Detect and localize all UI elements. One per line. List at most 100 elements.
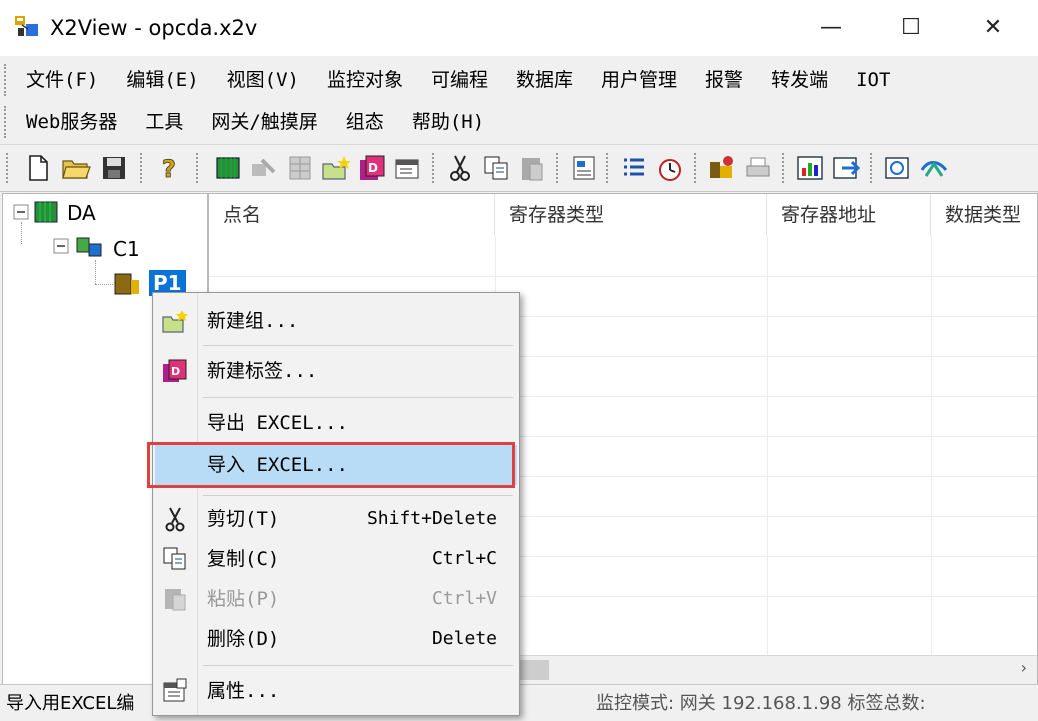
menu-forwarder[interactable]: 转发端 (757, 62, 842, 98)
shortcut-label: Ctrl+V (431, 588, 497, 609)
timer-icon[interactable] (654, 152, 686, 184)
collapse-icon[interactable] (13, 204, 29, 220)
menu-item-paste[interactable]: 粘贴(P) Ctrl+V (155, 579, 517, 619)
grid-icon[interactable] (284, 152, 316, 184)
properties-icon[interactable] (392, 152, 424, 184)
new-file-icon[interactable] (22, 152, 54, 184)
scrollbar-thumb[interactable] (519, 660, 549, 680)
menu-user-management[interactable]: 用户管理 (587, 62, 691, 98)
menu-item-copy[interactable]: 复制(C) Ctrl+C (155, 539, 517, 579)
connect-icon[interactable] (918, 152, 950, 184)
context-menu: 新建组... D 新建标签... 导出 EXCEL... 导入 EXCEL...… (152, 292, 520, 716)
menu-row-2: Web服务器 工具 网关/触摸屏 组态 帮助(H) (12, 102, 498, 142)
menu-help[interactable]: 帮助(H) (398, 104, 498, 140)
menu-item-label: 导出 EXCEL... (207, 412, 348, 434)
menu-item-cut[interactable]: 剪切(T) Shift+Delete (155, 499, 517, 539)
title-bar: X2View - opcda.x2v — ☐ ✕ (0, 0, 1038, 56)
menu-tools[interactable]: 工具 (131, 104, 197, 140)
group-icon (114, 273, 139, 295)
tree-line (95, 260, 97, 284)
menu-item-new-tag[interactable]: D 新建标签... (155, 351, 517, 391)
toolbar-separator (606, 153, 610, 183)
toolbar-separator (140, 153, 144, 183)
toolbar-separator (870, 153, 874, 183)
collapse-icon[interactable] (53, 238, 69, 254)
toolbar-grip (6, 153, 10, 183)
close-button[interactable]: ✕ (970, 12, 1016, 44)
svg-text:D: D (368, 161, 378, 175)
toolbar-separator (782, 153, 786, 183)
tree-line (95, 284, 113, 286)
toolbar: ? D (0, 145, 1038, 192)
copy-icon[interactable] (480, 152, 512, 184)
svg-text:D: D (171, 365, 180, 378)
menu-iot[interactable]: IOT (842, 62, 904, 98)
paste-icon[interactable] (516, 152, 548, 184)
status-info: 监控模式: 网关 192.168.1.98 标签总数: (596, 693, 926, 714)
cut-icon[interactable] (444, 152, 476, 184)
web-icon[interactable] (882, 152, 914, 184)
export-icon[interactable] (830, 152, 862, 184)
menu-item-label: 新建标签... (207, 360, 318, 382)
shortcut-label: Ctrl+C (431, 548, 497, 569)
menu-separator (203, 345, 513, 346)
tree-node-c1[interactable]: C1 (113, 236, 140, 262)
save-icon[interactable] (98, 152, 130, 184)
chart-icon[interactable] (794, 152, 826, 184)
menu-item-new-group[interactable]: 新建组... (155, 301, 517, 341)
new-group-icon[interactable] (320, 152, 352, 184)
device-icon (34, 201, 58, 223)
list-icon[interactable] (618, 152, 650, 184)
menu-item-label: 新建组... (207, 310, 299, 332)
column-header-register-type[interactable]: 寄存器类型 (495, 194, 767, 236)
minimize-button[interactable]: — (808, 12, 854, 44)
channel-icon (76, 237, 102, 257)
new-tag-icon[interactable]: D (356, 152, 388, 184)
menu-programmable[interactable]: 可编程 (417, 62, 502, 98)
menu-row-1: 文件(F) 编辑(E) 视图(V) 监控对象 可编程 数据库 用户管理 报警 转… (12, 60, 904, 100)
column-header-data-type[interactable]: 数据类型 (931, 194, 1037, 236)
menu-alarm[interactable]: 报警 (691, 62, 757, 98)
print-icon[interactable] (742, 152, 774, 184)
menu-item-export-excel[interactable]: 导出 EXCEL... (155, 403, 517, 443)
properties-icon (163, 678, 187, 702)
menu-item-delete[interactable]: 删除(D) Delete (155, 619, 517, 659)
annotation-highlight-box (147, 442, 515, 488)
menu-web-server[interactable]: Web服务器 (12, 104, 131, 140)
tools-icon[interactable] (706, 152, 738, 184)
toolbar-separator (432, 153, 436, 183)
menu-separator (203, 397, 513, 398)
menu-file[interactable]: 文件(F) (12, 62, 112, 98)
menu-item-label: 复制(C) (207, 548, 280, 570)
menu-view[interactable]: 视图(V) (213, 62, 313, 98)
scroll-right-arrow-icon[interactable]: › (1021, 658, 1027, 677)
menu-bar: 文件(F) 编辑(E) 视图(V) 监控对象 可编程 数据库 用户管理 报警 转… (0, 56, 1038, 145)
shortcut-label: Shift+Delete (366, 508, 497, 529)
device-icon[interactable] (212, 152, 244, 184)
menu-edit[interactable]: 编辑(E) (112, 62, 212, 98)
maximize-button[interactable]: ☐ (888, 12, 934, 44)
menu-item-properties[interactable]: 属性... (155, 671, 517, 711)
grid-line (931, 236, 932, 656)
menu-configuration[interactable]: 组态 (332, 104, 398, 140)
menu-monitor-objects[interactable]: 监控对象 (313, 62, 417, 98)
app-icon (15, 16, 38, 36)
svg-text:?: ? (162, 155, 176, 183)
tree-node-da[interactable]: DA (67, 200, 96, 226)
open-folder-icon[interactable] (60, 152, 92, 184)
menu-separator (203, 665, 513, 666)
monitor-icon[interactable] (568, 152, 600, 184)
menu-database[interactable]: 数据库 (502, 62, 587, 98)
grid-line (767, 236, 768, 656)
column-header-register-address[interactable]: 寄存器地址 (767, 194, 931, 236)
grid-line (209, 276, 1037, 277)
menu-gateway[interactable]: 网关/触摸屏 (197, 104, 331, 140)
status-message: 导入用EXCEL编 (6, 693, 135, 714)
new-tag-icon: D (163, 359, 187, 382)
help-icon[interactable]: ? (152, 152, 184, 184)
column-header-name[interactable]: 点名 (209, 194, 495, 236)
menu-separator (203, 495, 513, 496)
copy-icon (163, 547, 186, 570)
channel-icon[interactable] (248, 152, 280, 184)
new-group-icon (162, 310, 188, 333)
